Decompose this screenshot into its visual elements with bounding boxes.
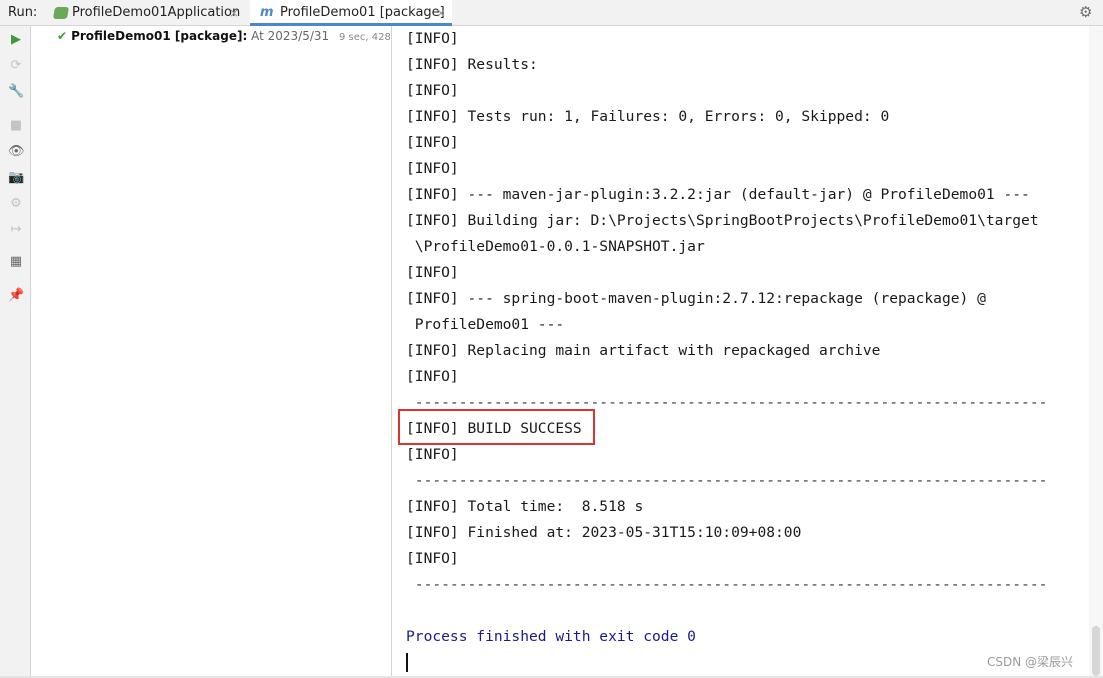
console-line: [INFO] Finished at: 2023-05-31T15:10:09+… <box>406 524 802 541</box>
console-line: [INFO] <box>406 446 459 463</box>
layout-icon[interactable]: ▦ <box>8 254 24 270</box>
console-line: [INFO] <box>406 134 459 151</box>
run-label: Run: <box>8 5 38 20</box>
console-line: [INFO] <box>406 264 459 281</box>
console-line: [INFO] Total time: 8.518 s <box>406 498 644 515</box>
console-scrollbar[interactable] <box>1089 26 1103 678</box>
console-line: [INFO] --- maven-jar-plugin:3.2.2:jar (d… <box>406 186 1030 203</box>
gear-icon[interactable]: ⚙ <box>1079 4 1095 20</box>
rerun-failed-icon[interactable]: ⟳ <box>8 58 24 74</box>
eye-icon[interactable]: 👁 <box>8 144 25 160</box>
console-separator: ----------------------------------------… <box>406 576 1048 593</box>
tree-item-time: At 2023/5/31 <box>251 29 330 43</box>
tree-item-name: ProfileDemo01 [package]: <box>71 29 248 43</box>
process-finished-line: Process finished with exit code 0 <box>406 628 696 645</box>
check-icon: ✔ <box>57 29 68 43</box>
console-line: [INFO] <box>406 550 459 567</box>
console-line: [INFO] Building jar: D:\Projects\SpringB… <box>406 212 1039 229</box>
pin-icon[interactable]: 📌 <box>8 288 24 304</box>
console-line: [INFO] Results: <box>406 56 538 73</box>
close-icon[interactable]: × <box>229 0 239 26</box>
test-tree-panel: ✔ ProfileDemo01 [package]: At 2023/5/31 9… <box>31 26 409 678</box>
spring-boot-icon <box>52 7 70 19</box>
console-output[interactable]: [INFO] [INFO] Results: [INFO] [INFO] Tes… <box>393 26 1089 678</box>
stop-icon[interactable]: ■ <box>8 118 24 134</box>
console-line: [INFO] <box>406 82 459 99</box>
build-success-highlight <box>398 409 595 445</box>
run-toolbar: ▶ ⟳ 🔧 ■ 👁 📷 ⚙ ↦ ▦ 📌 <box>0 26 31 678</box>
close-icon[interactable]: × <box>436 0 446 26</box>
exit-icon[interactable]: ↦ <box>8 222 24 238</box>
tab-label: ProfileDemo01Application <box>72 5 241 20</box>
console-line: [INFO] <box>406 160 459 177</box>
settings-debug-icon[interactable]: ⚙ <box>8 196 24 212</box>
console-line: [INFO] <box>406 30 459 47</box>
text-cursor <box>406 653 408 672</box>
run-tab-bar: Run: ProfileDemo01Application × m Profil… <box>0 0 1103 26</box>
maven-icon: m <box>260 5 274 20</box>
tab-label: ProfileDemo01 [package] <box>280 5 445 20</box>
console-line: [INFO] Replacing main artifact with repa… <box>406 342 881 359</box>
console-line: \ProfileDemo01-0.0.1-SNAPSHOT.jar <box>406 238 705 255</box>
console-line: ProfileDemo01 --- <box>406 316 565 333</box>
scroll-thumb[interactable] <box>1092 626 1100 676</box>
console-line: [INFO] <box>406 368 459 385</box>
console-line: [INFO] --- spring-boot-maven-plugin:2.7.… <box>406 290 986 307</box>
console-line: [INFO] Tests run: 1, Failures: 0, Errors… <box>406 108 890 125</box>
run-icon[interactable]: ▶ <box>8 32 24 48</box>
console-separator: ----------------------------------------… <box>406 472 1048 489</box>
wrench-icon[interactable]: 🔧 <box>8 84 24 100</box>
watermark: CSDN @梁辰兴 <box>987 655 1074 669</box>
camera-icon[interactable]: 📷 <box>8 170 24 186</box>
tab-profiledemo01-application[interactable]: ProfileDemo01Application × <box>50 0 245 26</box>
tree-item-package[interactable]: ✔ ProfileDemo01 [package]: At 2023/5/31 9… <box>57 29 409 43</box>
tab-profiledemo01-package[interactable]: m ProfileDemo01 [package] × <box>250 0 452 26</box>
